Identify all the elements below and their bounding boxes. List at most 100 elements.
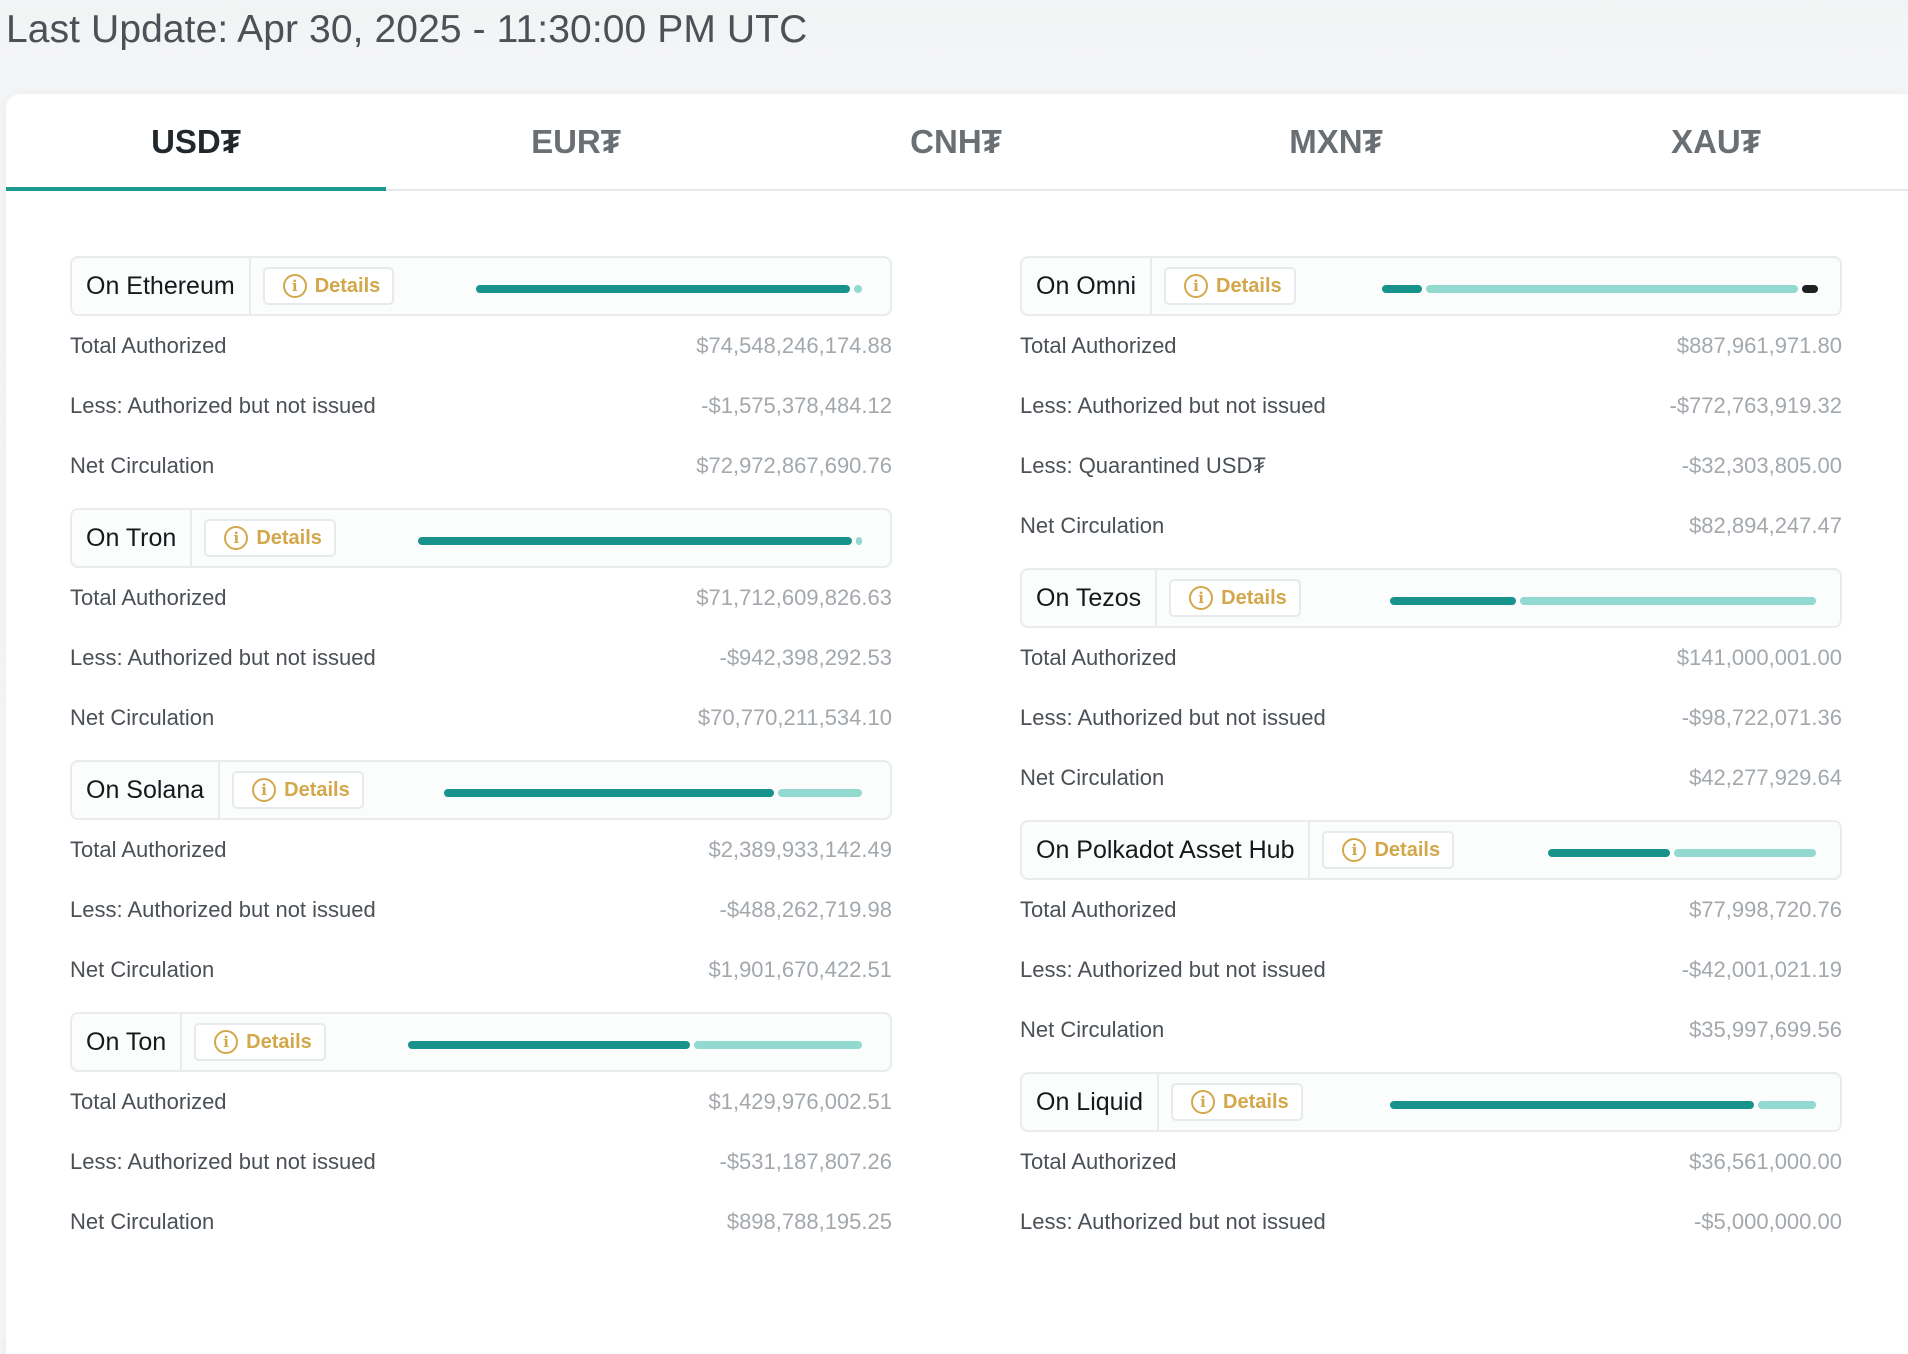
row-net-circulation: Net Circulation $35,997,699.56 (1020, 1000, 1842, 1060)
distribution-bar (1390, 597, 1816, 605)
row-value: $898,788,195.25 (726, 1209, 892, 1234)
row-value: -$942,398,292.53 (719, 645, 893, 670)
distribution-bar (408, 1041, 862, 1049)
row-label: Less: Authorized but not issued (70, 645, 376, 670)
row-label: Less: Authorized but not issued (70, 1149, 376, 1174)
chain-block-omni: On Omni i Details Total Authorized $887,9… (1020, 256, 1842, 556)
row-not-issued: Less: Authorized but not issued -$942,398… (70, 628, 892, 688)
bar-segment-issued (476, 285, 850, 293)
row-label: Less: Authorized but not issued (1020, 1209, 1326, 1234)
details-label: Details (1216, 274, 1282, 297)
row-label: Less: Quarantined USD₮ (1020, 453, 1266, 478)
tab-eurt[interactable]: EUR₮ (386, 94, 766, 189)
row-value: -$32,303,805.00 (1681, 453, 1842, 478)
row-total-authorized: Total Authorized $2,389,933,142.49 (70, 820, 892, 880)
bar-segment-unissued (694, 1041, 862, 1049)
currency-tabs: USD₮ EUR₮ CNH₮ MXN₮ XAU₮ (6, 94, 1908, 191)
row-label: Total Authorized (1020, 333, 1177, 358)
row-quarantined: Less: Quarantined USD₮ -$32,303,805.00 (1020, 436, 1842, 496)
info-icon: i (1191, 1090, 1216, 1114)
details-button[interactable]: i Details (1322, 831, 1455, 869)
details-button[interactable]: i Details (1171, 1083, 1303, 1121)
distribution-bar (418, 537, 862, 545)
chain-header: On Ethereum i Details (70, 256, 892, 316)
row-label: Less: Authorized but not issued (70, 393, 376, 418)
left-column: On Ethereum i Details Total Authorized $7… (70, 256, 892, 1264)
row-value: -$772,763,919.32 (1669, 393, 1843, 418)
details-label: Details (246, 1030, 312, 1053)
details-button[interactable]: i Details (1169, 579, 1301, 617)
supply-card: USD₮ EUR₮ CNH₮ MXN₮ XAU₮ On Ethereum i D… (6, 94, 1908, 1354)
row-value: $42,277,929.64 (1689, 765, 1842, 790)
bar-segment-unissued (1674, 849, 1816, 857)
details-button[interactable]: i Details (1164, 267, 1296, 305)
chain-header: On Tron i Details (70, 508, 892, 568)
details-label: Details (314, 274, 381, 297)
row-total-authorized: Total Authorized $141,000,001.00 (1020, 628, 1842, 688)
row-value: $2,389,933,142.49 (708, 837, 892, 862)
bar-segment-unissued (1520, 597, 1816, 605)
details-button[interactable]: i Details (262, 267, 395, 305)
chain-block-tron: On Tron i Details Total Authorized $71,71… (70, 508, 892, 748)
row-label: Net Circulation (70, 705, 215, 730)
row-value: $71,712,609,826.63 (696, 585, 892, 610)
row-label: Net Circulation (70, 957, 215, 982)
row-not-issued: Less: Authorized but not issued -$1,575,3… (70, 376, 892, 436)
tab-mxnt[interactable]: MXN₮ (1146, 94, 1526, 189)
bar-segment-issued (444, 789, 774, 797)
bar-segment-unissued (1426, 285, 1798, 293)
chain-name: On Tron (72, 510, 193, 566)
row-value: $887,961,971.80 (1676, 333, 1842, 358)
row-label: Total Authorized (1020, 1149, 1177, 1174)
chain-header: On Tezos i Details (1020, 568, 1842, 628)
bar-segment-issued (408, 1041, 690, 1049)
row-net-circulation: Net Circulation $70,770,211,534.10 (70, 688, 892, 748)
chain-name: On Liquid (1022, 1074, 1160, 1130)
row-value: -$98,722,071.36 (1681, 705, 1842, 730)
distribution-bar (1548, 849, 1816, 857)
info-icon: i (282, 274, 307, 298)
row-label: Net Circulation (1020, 513, 1165, 538)
chain-name: On Tezos (1022, 570, 1158, 626)
tab-xaut[interactable]: XAU₮ (1526, 94, 1906, 189)
bar-segment-unissued (854, 285, 862, 293)
row-label: Less: Authorized but not issued (1020, 957, 1326, 982)
details-button[interactable]: i Details (204, 519, 336, 557)
distribution-bar (476, 285, 862, 293)
bar-segment-unissued (856, 537, 862, 545)
row-not-issued: Less: Authorized but not issued -$772,763… (1020, 376, 1842, 436)
row-total-authorized: Total Authorized $36,561,000.00 (1020, 1132, 1842, 1192)
chain-block-ethereum: On Ethereum i Details Total Authorized $7… (70, 256, 892, 496)
info-icon: i (1342, 838, 1367, 862)
row-not-issued: Less: Authorized but not issued -$98,722,… (1020, 688, 1842, 748)
row-label: Total Authorized (70, 585, 227, 610)
row-label: Less: Authorized but not issued (1020, 705, 1326, 730)
row-net-circulation: Net Circulation $42,277,929.64 (1020, 748, 1842, 808)
chain-block-liquid: On Liquid i Details Total Authorized $36,… (1020, 1072, 1842, 1252)
bar-segment-issued (1548, 849, 1670, 857)
row-not-issued: Less: Authorized but not issued -$5,000,0… (1020, 1192, 1842, 1252)
row-value: $1,429,976,002.51 (708, 1089, 892, 1114)
row-not-issued: Less: Authorized but not issued -$488,262… (70, 880, 892, 940)
info-icon: i (1184, 274, 1209, 298)
tab-cnht[interactable]: CNH₮ (766, 94, 1146, 189)
chain-block-ton: On Ton i Details Total Authorized $1,429,… (70, 1012, 892, 1252)
row-label: Total Authorized (1020, 897, 1177, 922)
row-net-circulation: Net Circulation $82,894,247.47 (1020, 496, 1842, 556)
bar-segment-issued (1390, 597, 1516, 605)
distribution-bar (1390, 1101, 1816, 1109)
row-label: Less: Authorized but not issued (1020, 393, 1326, 418)
details-label: Details (1223, 1090, 1289, 1113)
details-button[interactable]: i Details (232, 771, 364, 809)
row-label: Net Circulation (70, 453, 215, 478)
bar-segment-issued (418, 537, 852, 545)
row-label: Less: Authorized but not issued (70, 897, 376, 922)
chain-name: On Ethereum (72, 258, 251, 314)
details-button[interactable]: i Details (194, 1023, 326, 1061)
row-net-circulation: Net Circulation $72,972,867,690.76 (70, 436, 892, 496)
row-value: -$1,575,378,484.12 (701, 393, 892, 418)
tab-usdt[interactable]: USD₮ (6, 94, 386, 191)
row-value: $77,998,720.76 (1689, 897, 1842, 922)
row-value: $141,000,001.00 (1676, 645, 1842, 670)
chain-name: On Polkadot Asset Hub (1022, 822, 1311, 878)
